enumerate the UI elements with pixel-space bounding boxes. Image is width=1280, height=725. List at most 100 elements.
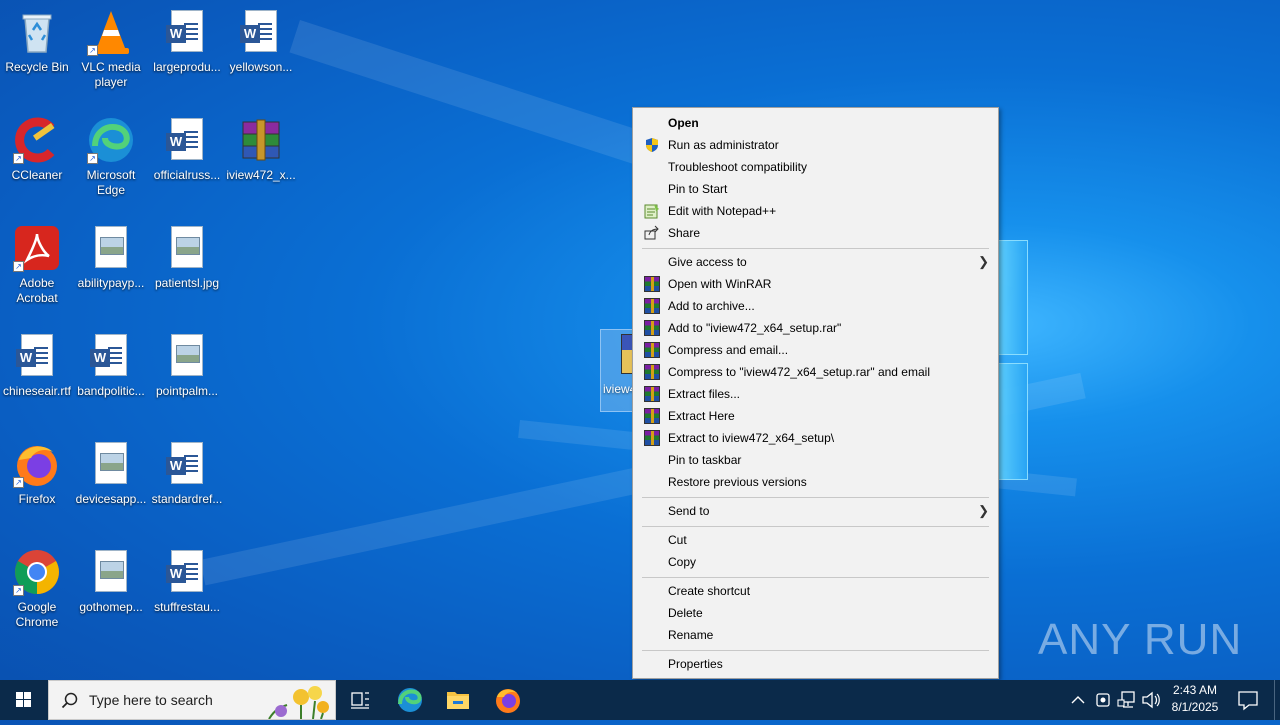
word-document-icon: W — [13, 332, 61, 380]
network-icon — [1117, 691, 1135, 708]
edge-icon: ↗ — [87, 116, 135, 164]
tray-volume[interactable] — [1140, 680, 1162, 720]
desktop-icon-label: stuffrestau... — [154, 600, 220, 614]
taskbar-edge-button[interactable] — [386, 680, 434, 720]
submenu-chevron-icon: ❯ — [978, 254, 989, 269]
menu-separator — [642, 650, 989, 651]
menu-item-edit-with-notepad[interactable]: Edit with Notepad++ — [634, 200, 997, 222]
image-file-icon — [163, 332, 211, 380]
show-desktop-button[interactable] — [1274, 680, 1280, 720]
menu-item-send-to[interactable]: Send to ❯ — [634, 500, 997, 522]
menu-separator — [642, 497, 989, 498]
tray-show-hidden-icons[interactable] — [1068, 680, 1088, 720]
desktop-icon-gothomep[interactable]: gothomep... — [74, 542, 148, 615]
taskbar-firefox-button[interactable] — [484, 680, 532, 720]
menu-item-run-as-administrator[interactable]: Run as administrator — [634, 134, 997, 156]
start-button[interactable] — [0, 680, 48, 720]
desktop-icon-label: Microsoft Edge — [86, 168, 136, 197]
shortcut-arrow-icon: ↗ — [13, 585, 24, 596]
desktop-icon-recycle-bin[interactable]: Recycle Bin — [0, 2, 74, 75]
task-view-button[interactable] — [336, 680, 384, 720]
desktop-icon-ccleaner[interactable]: ↗ CCleaner — [0, 110, 74, 183]
image-file-icon — [163, 224, 211, 272]
menu-item-troubleshoot-compatibility[interactable]: Troubleshoot compatibility — [634, 156, 997, 178]
menu-item-give-access-to[interactable]: Give access to ❯ — [634, 251, 997, 273]
device-icon — [1096, 693, 1110, 707]
desktop-icon-devicesapp[interactable]: devicesapp... — [74, 434, 148, 507]
word-document-icon: W — [163, 548, 211, 596]
menu-item-open[interactable]: Open — [634, 112, 997, 134]
notification-icon — [1238, 691, 1258, 711]
menu-item-pin-to-start[interactable]: Pin to Start — [634, 178, 997, 200]
tray-meet-now[interactable] — [1092, 680, 1114, 720]
desktop-icon-google-chrome[interactable]: ↗ Google Chrome — [0, 542, 74, 630]
winrar-icon — [644, 298, 660, 314]
desktop-icon-label: pointpalm... — [155, 384, 219, 398]
desktop-icon-vlc[interactable]: ↗ VLC media player — [74, 2, 148, 90]
search-highlight-flowers-icon — [268, 686, 329, 719]
menu-item-extract-files[interactable]: Extract files... — [634, 383, 997, 405]
taskbar-clock[interactable]: 2:43 AM 8/1/2025 — [1160, 682, 1230, 716]
tray-network[interactable] — [1116, 680, 1138, 720]
uac-shield-icon — [644, 137, 660, 153]
desktop-icon-standardref[interactable]: W standardref... — [150, 434, 224, 507]
menu-item-compress-to-rar-and-email[interactable]: Compress to "iview472_x64_setup.rar" and… — [634, 361, 997, 383]
desktop-icon-bandpolitic[interactable]: W bandpolitic... — [74, 326, 148, 399]
winrar-icon — [644, 430, 660, 446]
windows-wallpaper-logo — [998, 240, 1028, 480]
taskbar-file-explorer-button[interactable] — [434, 680, 482, 720]
winrar-archive-icon — [237, 116, 285, 164]
desktop-icon-stuffrestau[interactable]: W stuffrestau... — [150, 542, 224, 615]
menu-item-cut[interactable]: Cut — [634, 529, 997, 551]
taskbar-search-box[interactable]: Type here to search — [48, 680, 336, 720]
image-file-icon — [87, 440, 135, 488]
vlc-icon: ↗ — [87, 8, 135, 56]
menu-item-pin-to-taskbar[interactable]: Pin to taskbar — [634, 449, 997, 471]
menu-item-extract-here[interactable]: Extract Here — [634, 405, 997, 427]
winrar-icon — [644, 364, 660, 380]
desktop-icon-largeprodu[interactable]: W largeprodu... — [150, 2, 224, 75]
menu-item-copy[interactable]: Copy — [634, 551, 997, 573]
menu-item-properties[interactable]: Properties — [634, 653, 997, 675]
menu-item-add-to-rar[interactable]: Add to "iview472_x64_setup.rar" — [634, 317, 997, 339]
winrar-icon — [644, 276, 660, 292]
menu-item-add-to-archive[interactable]: Add to archive... — [634, 295, 997, 317]
winrar-icon — [644, 342, 660, 358]
word-document-icon: W — [87, 332, 135, 380]
menu-item-extract-to-folder[interactable]: Extract to iview472_x64_setup\ — [634, 427, 997, 449]
desktop-icon-adobe-acrobat[interactable]: ↗ Adobe Acrobat — [0, 218, 74, 306]
desktop-icon-yellowson[interactable]: W yellowson... — [224, 2, 298, 75]
word-document-icon: W — [163, 440, 211, 488]
desktop-icon-officialruss[interactable]: W officialruss... — [150, 110, 224, 183]
menu-item-share[interactable]: Share — [634, 222, 997, 244]
desktop-icon-patientsl[interactable]: patientsl.jpg — [150, 218, 224, 291]
anyrun-watermark: ANY RUN — [1038, 610, 1242, 670]
submenu-chevron-icon: ❯ — [978, 503, 989, 518]
desktop-icon-label: officialruss... — [153, 168, 221, 182]
desktop-icon-label: CCleaner — [11, 168, 63, 182]
desktop-icon-pointpalm[interactable]: pointpalm... — [150, 326, 224, 399]
menu-item-restore-previous-versions[interactable]: Restore previous versions — [634, 471, 997, 493]
menu-item-rename[interactable]: Rename — [634, 624, 997, 646]
menu-item-create-shortcut[interactable]: Create shortcut — [634, 580, 997, 602]
action-center-button[interactable] — [1232, 680, 1264, 720]
shortcut-arrow-icon: ↗ — [87, 153, 98, 164]
desktop-icon-iview472[interactable]: iview472_x... — [224, 110, 298, 183]
desktop-icon-abilitypayp[interactable]: abilitypayp... — [74, 218, 148, 291]
firefox-icon: ↗ — [13, 440, 61, 488]
desktop-icon-label: Google Chrome — [15, 600, 59, 629]
menu-item-compress-and-email[interactable]: Compress and email... — [634, 339, 997, 361]
chrome-icon: ↗ — [13, 548, 61, 596]
recycle-bin-icon — [13, 8, 61, 56]
desktop-icon-label: VLC media player — [81, 60, 141, 89]
menu-item-open-with-winrar[interactable]: Open with WinRAR — [634, 273, 997, 295]
menu-separator — [642, 577, 989, 578]
word-document-icon: W — [163, 8, 211, 56]
menu-item-delete[interactable]: Delete — [634, 602, 997, 624]
ccleaner-icon: ↗ — [13, 116, 61, 164]
desktop-icon-microsoft-edge[interactable]: ↗ Microsoft Edge — [74, 110, 148, 198]
desktop-icon-label: Firefox — [18, 492, 56, 506]
desktop-icon-chineseair[interactable]: W chineseair.rtf — [0, 326, 74, 399]
desktop-icon-firefox[interactable]: ↗ Firefox — [0, 434, 74, 507]
desktop-icon-label: Adobe Acrobat — [16, 276, 58, 305]
